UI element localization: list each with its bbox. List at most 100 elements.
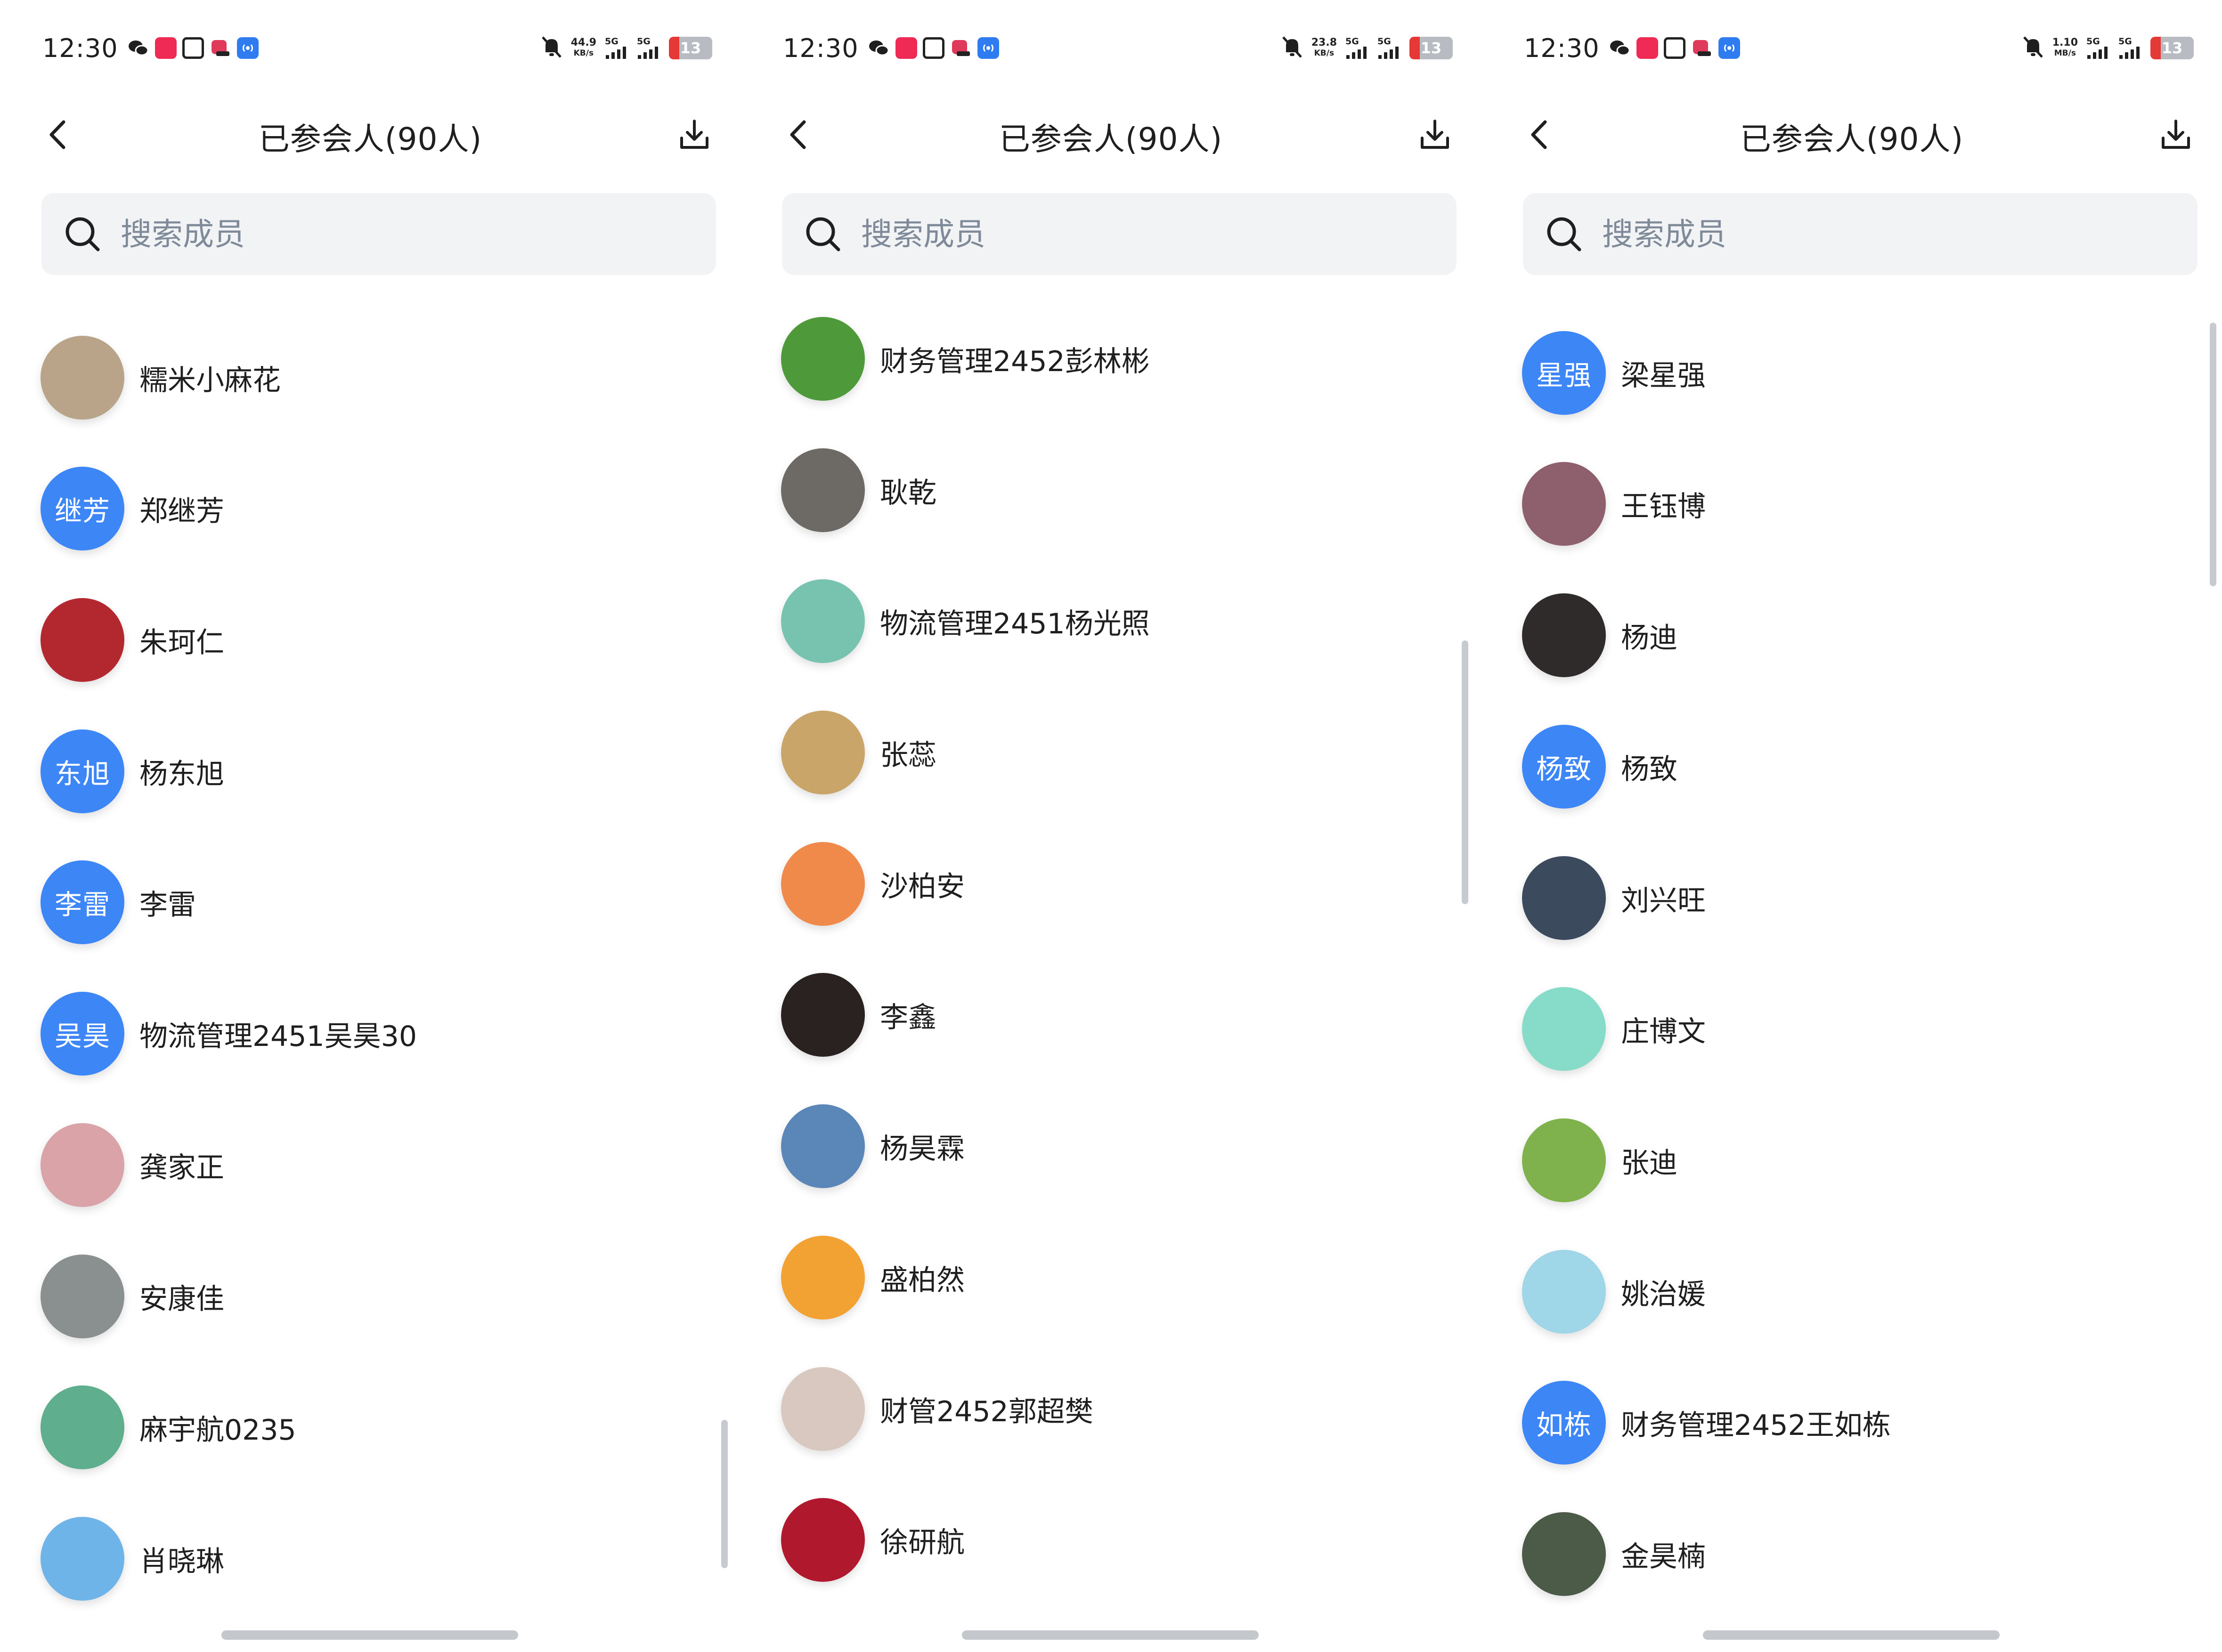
page-header: 已参会人(90人)	[0, 104, 741, 165]
mute-icon	[541, 35, 562, 61]
member-name: 物流管理2451杨光照	[880, 607, 1150, 640]
home-indicator[interactable]	[1703, 1630, 2000, 1640]
avatar	[41, 1123, 124, 1207]
download-button[interactable]	[2157, 116, 2195, 154]
search-icon	[62, 214, 103, 254]
speed-unit: KB/s	[573, 49, 594, 58]
member-item[interactable]: 沙柏安	[781, 842, 965, 926]
member-name: 杨迪	[1621, 621, 1677, 655]
member-item[interactable]: 吴昊 物流管理2451吴昊30	[41, 991, 417, 1076]
status-time: 12:30	[783, 33, 859, 63]
status-right: 23.8 KB/s 5G 5G 13	[1281, 35, 1453, 61]
mute-icon	[2022, 35, 2044, 61]
signal-bars-icon	[638, 47, 658, 59]
notification-icons	[868, 37, 999, 59]
mute-icon	[1281, 35, 1303, 61]
member-item[interactable]: 财务管理2452彭林彬	[781, 316, 1150, 401]
home-indicator[interactable]	[221, 1630, 518, 1640]
page-header: 已参会人(90人)	[741, 104, 1481, 165]
avatar	[781, 1498, 865, 1582]
search-input[interactable]	[1601, 215, 2121, 253]
member-name: 庄博文	[1621, 1015, 1706, 1048]
speed-value: 1.10	[2052, 37, 2078, 49]
member-item[interactable]: 麻宇航0235	[41, 1385, 296, 1470]
signal-5g-1: 5G	[2086, 37, 2110, 59]
avatar	[781, 317, 865, 401]
search-bar[interactable]	[41, 193, 716, 275]
avatar	[781, 1236, 865, 1320]
member-item[interactable]: 徐研航	[781, 1498, 965, 1582]
member-name: 财务管理2452彭林彬	[880, 345, 1150, 378]
speed-unit: MB/s	[2054, 49, 2076, 58]
scrollbar[interactable]	[1462, 640, 1468, 904]
member-item[interactable]: 杨致 杨致	[1522, 724, 1677, 809]
member-item[interactable]: 杨迪	[1522, 593, 1677, 678]
member-name: 杨致	[1621, 753, 1677, 786]
member-item[interactable]: 财管2452郭超樊	[781, 1367, 1093, 1451]
download-button[interactable]	[1416, 116, 1454, 154]
member-name: 盛柏然	[880, 1263, 965, 1297]
avatar	[781, 448, 865, 532]
member-item[interactable]: 杨昊霖	[781, 1104, 965, 1189]
member-item[interactable]: 耿乾	[781, 448, 936, 533]
member-item[interactable]: 王钰博	[1522, 462, 1706, 546]
battery-level: 13	[1420, 39, 1442, 57]
member-name: 张蕊	[880, 738, 936, 772]
member-item[interactable]: 张蕊	[781, 710, 936, 795]
member-item[interactable]: 安康佳	[41, 1254, 224, 1339]
member-name: 张迪	[1621, 1146, 1677, 1180]
avatar	[1522, 462, 1606, 546]
search-bar[interactable]	[782, 193, 1457, 275]
member-item[interactable]: 李雷 李雷	[41, 860, 196, 945]
status-right: 44.9 KB/s 5G 5G 13	[541, 35, 712, 61]
avatar	[1522, 987, 1606, 1071]
avatar	[1522, 1250, 1606, 1334]
member-item[interactable]: 继芳 郑继芳	[41, 466, 224, 551]
avatar: 李雷	[41, 860, 124, 944]
document-icon	[182, 37, 204, 59]
member-item[interactable]: 金昊楠	[1522, 1512, 1706, 1596]
status-right: 1.10 MB/s 5G 5G 13	[2022, 35, 2194, 61]
member-item[interactable]: 庄博文	[1522, 987, 1706, 1071]
member-item[interactable]: 如栋 财务管理2452王如栋	[1522, 1380, 1891, 1465]
search-input[interactable]	[860, 215, 1380, 253]
member-item[interactable]: 东旭 杨东旭	[41, 729, 224, 814]
network-label: 5G	[2118, 36, 2132, 47]
avatar	[781, 579, 865, 663]
member-item[interactable]: 肖晓琳	[41, 1516, 224, 1601]
status-bar: 12:30 23.8 KB/s 5G 5G 13	[783, 29, 1453, 67]
signal-bars-icon	[2087, 47, 2108, 59]
scrollbar[interactable]	[2210, 323, 2216, 586]
member-item[interactable]: 刘兴旺	[1522, 856, 1706, 940]
member-name: 财务管理2452王如栋	[1621, 1409, 1891, 1442]
member-item[interactable]: 物流管理2451杨光照	[781, 579, 1150, 664]
member-item[interactable]: 张迪	[1522, 1118, 1677, 1203]
member-item[interactable]: 星强 梁星强	[1522, 331, 1706, 415]
signal-bars-icon	[1378, 47, 1399, 59]
network-label: 5G	[605, 36, 619, 47]
home-indicator[interactable]	[962, 1630, 1259, 1640]
download-icon	[680, 120, 708, 149]
scrollbar[interactable]	[721, 1420, 728, 1568]
search-input[interactable]	[120, 215, 640, 253]
speed-value: 23.8	[1311, 37, 1337, 49]
wechat-icon	[868, 37, 890, 59]
page-title: 已参会人(90人)	[999, 121, 1223, 157]
network-speed: 44.9 KB/s	[571, 38, 596, 58]
avatar	[41, 1385, 124, 1469]
battery-level: 13	[2161, 39, 2183, 57]
member-name: 姚治媛	[1621, 1278, 1706, 1311]
member-item[interactable]: 盛柏然	[781, 1235, 965, 1320]
member-item[interactable]: 朱珂仁	[41, 598, 224, 682]
avatar: 继芳	[41, 467, 124, 551]
member-item[interactable]: 龚家正	[41, 1123, 224, 1207]
member-item[interactable]: 姚治媛	[1522, 1249, 1706, 1334]
search-bar[interactable]	[1523, 193, 2198, 275]
member-name: 财管2452郭超樊	[880, 1395, 1093, 1428]
download-button[interactable]	[676, 116, 713, 154]
member-name: 徐研航	[880, 1526, 965, 1559]
member-name: 糯米小麻花	[139, 364, 281, 397]
member-name: 杨昊霖	[880, 1132, 965, 1166]
member-item[interactable]: 李鑫	[781, 972, 936, 1057]
member-item[interactable]: 糯米小麻花	[41, 335, 281, 420]
